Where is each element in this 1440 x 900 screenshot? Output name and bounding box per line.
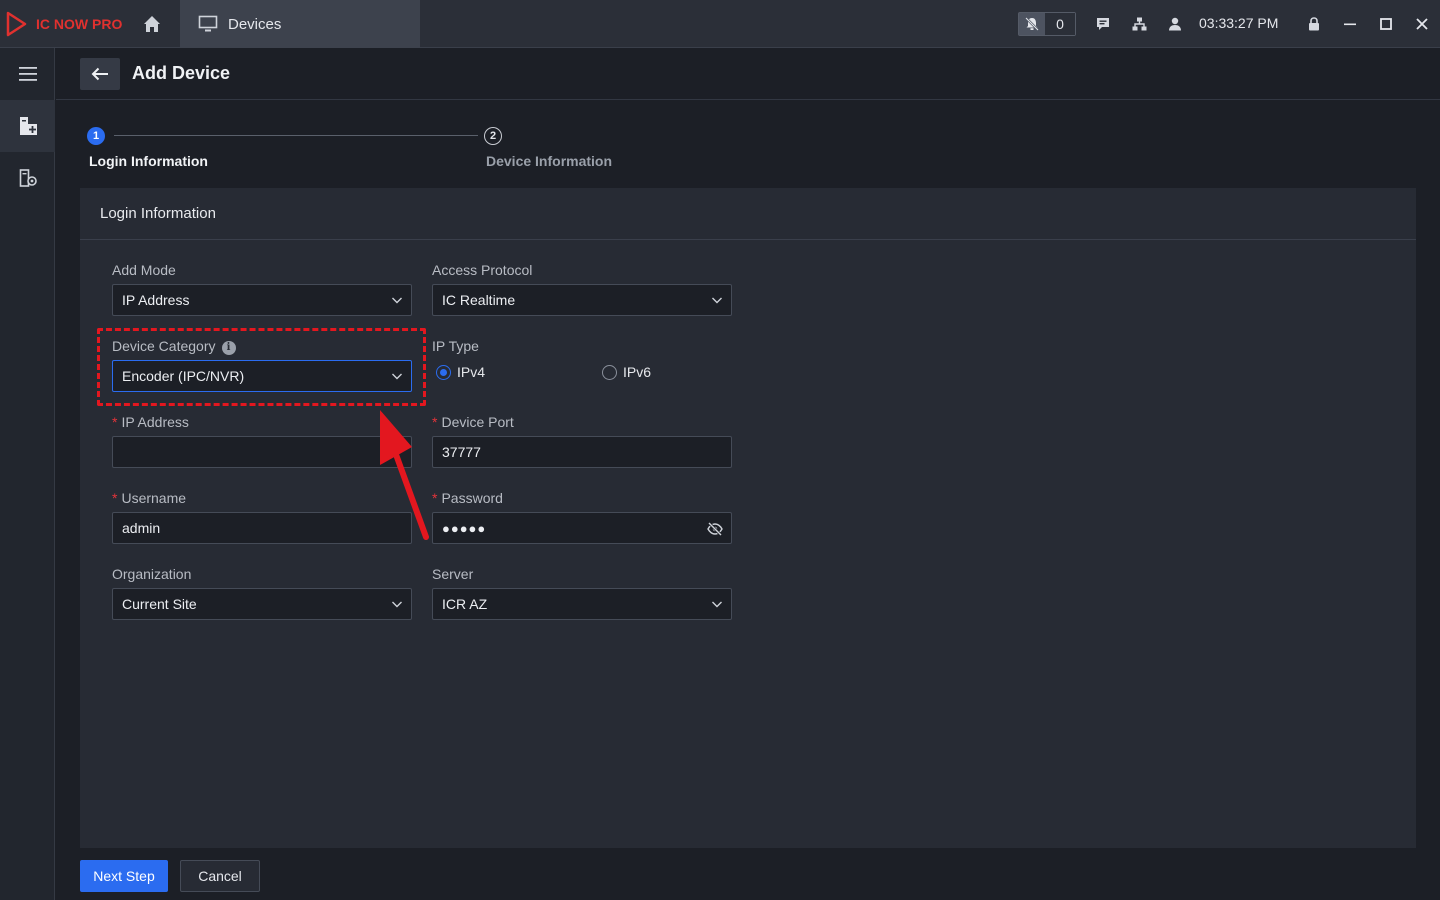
arrow-left-icon xyxy=(91,67,108,81)
chevron-down-icon xyxy=(392,373,402,380)
ip-address-label: * IP Address xyxy=(112,414,189,430)
device-port-label: * Device Port xyxy=(432,414,514,430)
page-header: Add Device xyxy=(56,48,1440,100)
required-mark: * xyxy=(432,414,438,430)
access-protocol-select[interactable]: IC Realtime xyxy=(432,284,732,316)
menu-button[interactable] xyxy=(0,48,55,100)
chevron-down-icon xyxy=(392,601,402,608)
user-button[interactable] xyxy=(1164,0,1186,48)
device-category-label: Device Category i xyxy=(112,338,236,355)
add-mode-label: Add Mode xyxy=(112,262,176,278)
rail-item-add-device[interactable] xyxy=(0,100,55,152)
panel-title: Login Information xyxy=(80,188,1416,240)
step-2-indicator: 2 xyxy=(484,127,502,145)
password-value: ●●●●● xyxy=(442,520,487,536)
step-1-indicator: 1 xyxy=(87,127,105,145)
organization-select[interactable]: Current Site xyxy=(112,588,412,620)
access-protocol-value: IC Realtime xyxy=(442,292,516,308)
add-mode-value: IP Address xyxy=(122,292,190,308)
radio-selected-icon xyxy=(436,364,451,380)
tab-devices-label: Devices xyxy=(228,15,282,33)
network-button[interactable] xyxy=(1128,0,1150,48)
network-icon xyxy=(1132,17,1146,31)
menu-icon xyxy=(18,67,37,81)
device-category-select[interactable]: Encoder (IPC/NVR) xyxy=(112,360,412,392)
ip-type-ipv6-radio[interactable]: IPv6 xyxy=(602,364,651,380)
device-port-value: 37777 xyxy=(442,444,481,460)
page-title: Add Device xyxy=(132,63,231,83)
password-label-text: Password xyxy=(441,490,503,506)
lock-button[interactable] xyxy=(1303,0,1325,48)
clock: 03:33:27 PM xyxy=(1199,15,1279,31)
message-button[interactable] xyxy=(1092,0,1114,48)
message-icon xyxy=(1097,18,1109,30)
next-step-button[interactable]: Next Step xyxy=(80,860,168,892)
username-input[interactable]: admin xyxy=(112,512,412,544)
add-device-icon xyxy=(19,117,37,135)
access-protocol-label: Access Protocol xyxy=(432,262,533,278)
title-bar: IC NOW PRO Devices 0 03:33:27 PM xyxy=(0,0,1440,48)
ipv4-label: IPv4 xyxy=(457,364,486,380)
cancel-button[interactable]: Cancel xyxy=(180,860,260,892)
required-mark: * xyxy=(112,414,118,430)
lock-icon xyxy=(1309,17,1319,31)
device-category-label-text: Device Category xyxy=(112,338,216,354)
alarm-counter[interactable]: 0 xyxy=(1018,12,1076,36)
back-button[interactable] xyxy=(80,58,120,90)
password-label: * Password xyxy=(432,490,503,506)
organization-label: Organization xyxy=(112,566,192,582)
radio-unselected-icon xyxy=(602,364,617,380)
required-mark: * xyxy=(432,490,438,506)
user-icon xyxy=(1169,17,1181,31)
rail-item-device-settings[interactable] xyxy=(0,152,55,204)
left-rail xyxy=(0,48,55,900)
bell-muted-icon xyxy=(1019,13,1045,35)
required-mark: * xyxy=(112,490,118,506)
server-value: ICR AZ xyxy=(442,596,488,612)
chevron-down-icon xyxy=(392,297,402,304)
device-port-label-text: Device Port xyxy=(441,414,514,430)
step-2-label: Device Information xyxy=(486,153,613,169)
home-icon xyxy=(144,16,160,32)
maximize-button[interactable] xyxy=(1375,0,1397,48)
step-1-label: Login Information xyxy=(89,153,208,169)
app-logo: IC NOW PRO xyxy=(0,0,128,48)
device-settings-icon xyxy=(19,169,37,187)
home-button[interactable] xyxy=(128,0,176,48)
play-logo-icon xyxy=(6,11,27,37)
tab-devices[interactable]: Devices xyxy=(180,0,420,48)
password-input[interactable]: ●●●●● xyxy=(432,512,732,544)
username-label: * Username xyxy=(112,490,186,506)
username-value: admin xyxy=(122,520,161,536)
username-label-text: Username xyxy=(121,490,187,506)
server-select[interactable]: ICR AZ xyxy=(432,588,732,620)
maximize-icon xyxy=(1380,18,1392,30)
info-icon[interactable]: i xyxy=(221,340,236,355)
ip-type-label: IP Type xyxy=(432,338,479,354)
chevron-down-icon xyxy=(712,601,722,608)
app-name: IC NOW PRO xyxy=(36,16,123,32)
device-port-input[interactable]: 37777 xyxy=(432,436,732,468)
ip-address-label-text: IP Address xyxy=(121,414,189,430)
close-icon xyxy=(1416,18,1428,30)
eye-hidden-icon[interactable] xyxy=(707,522,723,536)
add-mode-select[interactable]: IP Address xyxy=(112,284,412,316)
organization-value: Current Site xyxy=(122,596,197,612)
chevron-down-icon xyxy=(712,297,722,304)
ipv6-label: IPv6 xyxy=(623,364,652,380)
close-button[interactable] xyxy=(1411,0,1433,48)
monitor-icon xyxy=(198,15,218,32)
alarm-count: 0 xyxy=(1045,13,1075,35)
minimize-button[interactable] xyxy=(1339,0,1361,48)
ip-type-ipv4-radio[interactable]: IPv4 xyxy=(436,364,485,380)
step-connector xyxy=(114,135,478,136)
device-category-value: Encoder (IPC/NVR) xyxy=(122,368,245,384)
minimize-icon xyxy=(1344,23,1356,26)
ip-address-input[interactable] xyxy=(112,436,412,468)
server-label: Server xyxy=(432,566,474,582)
